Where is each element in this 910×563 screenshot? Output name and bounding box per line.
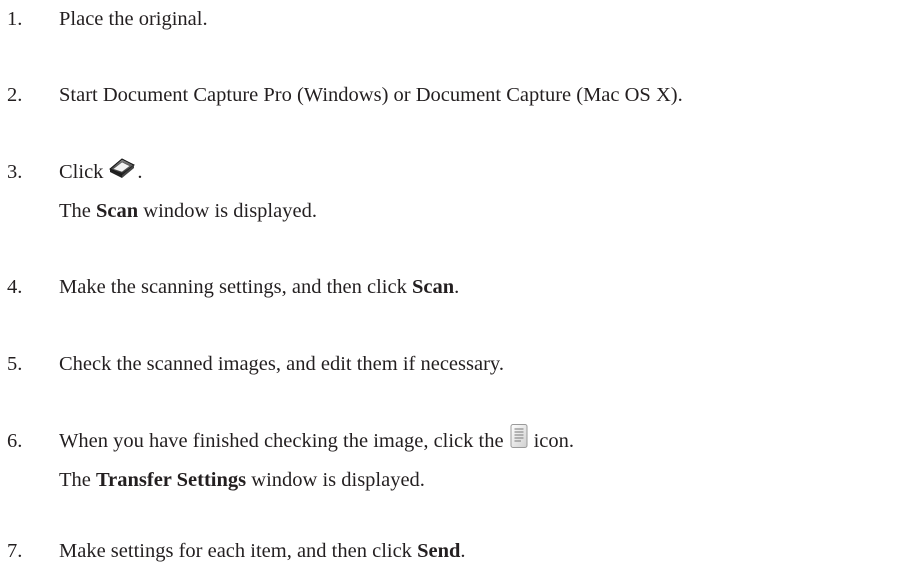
document-icon bbox=[508, 423, 530, 449]
step-text: Check the scanned images, and edit them … bbox=[59, 353, 504, 375]
button-name: Send bbox=[417, 540, 461, 562]
step-number: 7. bbox=[7, 540, 23, 562]
step-text: Make settings for each item, and then cl… bbox=[59, 540, 466, 562]
step-text: Click. bbox=[59, 158, 143, 185]
step-3-result: The Scan window is displayed. bbox=[59, 200, 317, 222]
step-number: 6. bbox=[7, 430, 23, 452]
step-number: 3. bbox=[7, 161, 23, 183]
window-name: Transfer Settings bbox=[96, 469, 247, 491]
step-text-before: Click bbox=[59, 161, 104, 183]
step-number: 1. bbox=[7, 8, 23, 30]
step-text: Place the original. bbox=[59, 8, 208, 30]
scanner-icon bbox=[107, 156, 137, 180]
instruction-steps: 1. Place the original. 2. Start Document… bbox=[0, 0, 910, 562]
step-text: When you have finished checking the imag… bbox=[59, 424, 574, 455]
step-number: 2. bbox=[7, 84, 23, 106]
button-name: Scan bbox=[411, 276, 455, 298]
step-text: Make the scanning settings, and then cli… bbox=[59, 276, 460, 298]
step-text-after: . bbox=[137, 161, 143, 183]
step-number: 5. bbox=[7, 353, 23, 375]
step-number: 4. bbox=[7, 276, 23, 298]
window-name: Scan bbox=[96, 200, 139, 222]
step-6-result: The Transfer Settings window is displaye… bbox=[59, 469, 425, 491]
step-text: Start Document Capture Pro (Windows) or … bbox=[59, 84, 683, 106]
